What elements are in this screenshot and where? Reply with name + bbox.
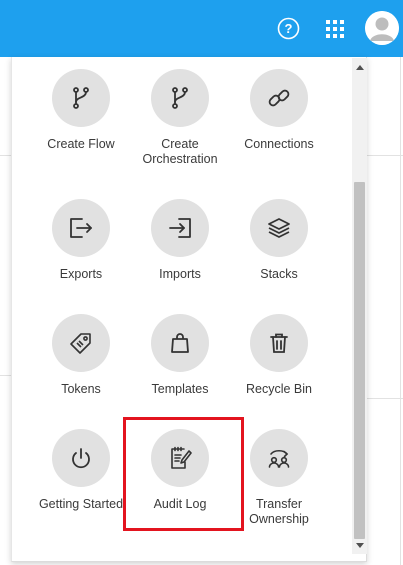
- menu-item-imports[interactable]: Imports: [132, 199, 228, 309]
- trash-icon: [250, 314, 308, 372]
- chain-link-icon: [250, 69, 308, 127]
- menu-item-create-orchestration[interactable]: Create Orchestration: [132, 69, 228, 179]
- scroll-down-icon[interactable]: [352, 538, 367, 552]
- layers-icon: [250, 199, 308, 257]
- menu-item-tokens[interactable]: Tokens: [33, 314, 129, 424]
- top-header-bar: ?: [0, 0, 403, 57]
- background-divider: [0, 155, 11, 156]
- scroll-thumb[interactable]: [354, 182, 365, 539]
- audit-log-highlight-box: [123, 417, 244, 531]
- shopping-bag-icon: [151, 314, 209, 372]
- menu-item-recycle-bin[interactable]: Recycle Bin: [231, 314, 327, 424]
- menu-item-create-flow[interactable]: Create Flow: [33, 69, 129, 179]
- tag-icon: [52, 314, 110, 372]
- export-icon: [52, 199, 110, 257]
- orchestration-branch-icon: [151, 69, 209, 127]
- menu-item-label: Recycle Bin: [246, 382, 312, 396]
- menu-item-label: Connections: [244, 137, 314, 151]
- menu-item-templates[interactable]: Templates: [132, 314, 228, 424]
- menu-item-connections[interactable]: Connections: [231, 69, 327, 179]
- menu-item-label: Stacks: [260, 267, 298, 281]
- user-avatar-icon[interactable]: [365, 11, 399, 45]
- dropdown-scrollbar[interactable]: [352, 58, 367, 554]
- menu-item-transfer-ownership[interactable]: Transfer Ownership: [231, 429, 327, 539]
- power-icon: [52, 429, 110, 487]
- menu-item-exports[interactable]: Exports: [33, 199, 129, 309]
- import-icon: [151, 199, 209, 257]
- help-circle-icon[interactable]: ?: [277, 17, 300, 40]
- apps-grid-icon[interactable]: [323, 17, 346, 40]
- transfer-users-icon: [250, 429, 308, 487]
- background-divider: [400, 57, 401, 565]
- background-divider: [367, 398, 403, 399]
- flow-branch-icon: [52, 69, 110, 127]
- background-divider: [0, 375, 11, 376]
- background-divider: [367, 155, 403, 156]
- menu-item-stacks[interactable]: Stacks: [231, 199, 327, 309]
- menu-item-getting-started[interactable]: Getting Started: [33, 429, 129, 539]
- svg-text:?: ?: [285, 21, 293, 36]
- scroll-up-icon[interactable]: [352, 60, 367, 74]
